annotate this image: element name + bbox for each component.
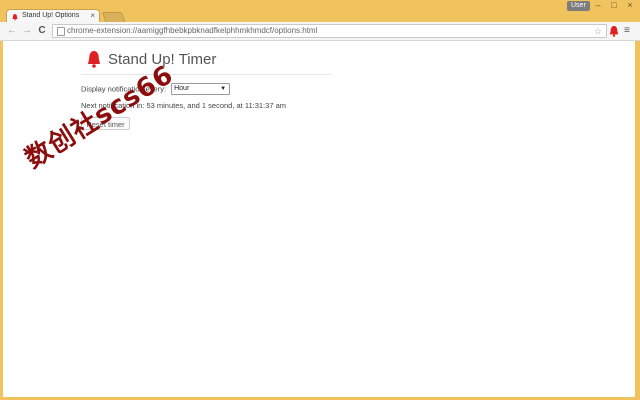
tab-title: Stand Up! Options xyxy=(22,12,80,19)
browser-toolbar: ← → C chrome-extension://aamiggfhbebkpbk… xyxy=(0,22,640,41)
reload-button[interactable]: C xyxy=(36,25,48,37)
tab-strip: Stand Up! Options × User – □ × xyxy=(0,0,640,24)
interval-select[interactable]: Hour ▼ xyxy=(171,83,231,96)
extension-bell-icon[interactable] xyxy=(609,25,619,37)
browser-window: Stand Up! Options × User – □ × ← → C chr… xyxy=(0,0,640,400)
menu-icon[interactable]: ≡ xyxy=(624,25,630,37)
forward-button[interactable]: → xyxy=(21,25,33,37)
url-text: chrome-extension://aamiggfhbebkpbknadfke… xyxy=(67,26,318,35)
page-icon xyxy=(57,27,65,36)
star-icon[interactable]: ☆ xyxy=(594,25,602,37)
chevron-down-icon: ▼ xyxy=(220,86,227,93)
page-header: Stand Up! Timer xyxy=(81,47,331,75)
profile-button[interactable]: User xyxy=(567,1,590,11)
bell-icon xyxy=(88,51,100,68)
maximize-button[interactable]: □ xyxy=(606,0,622,12)
minimize-button[interactable]: – xyxy=(590,0,606,12)
close-window-button[interactable]: × xyxy=(622,0,638,12)
page-content: Stand Up! Timer Display notification eve… xyxy=(3,41,635,397)
back-button[interactable]: ← xyxy=(6,25,18,37)
tab-close-icon[interactable]: × xyxy=(90,11,95,20)
bell-favicon-icon xyxy=(12,14,18,21)
address-bar[interactable]: chrome-extension://aamiggfhbebkpbknadfke… xyxy=(52,24,607,38)
